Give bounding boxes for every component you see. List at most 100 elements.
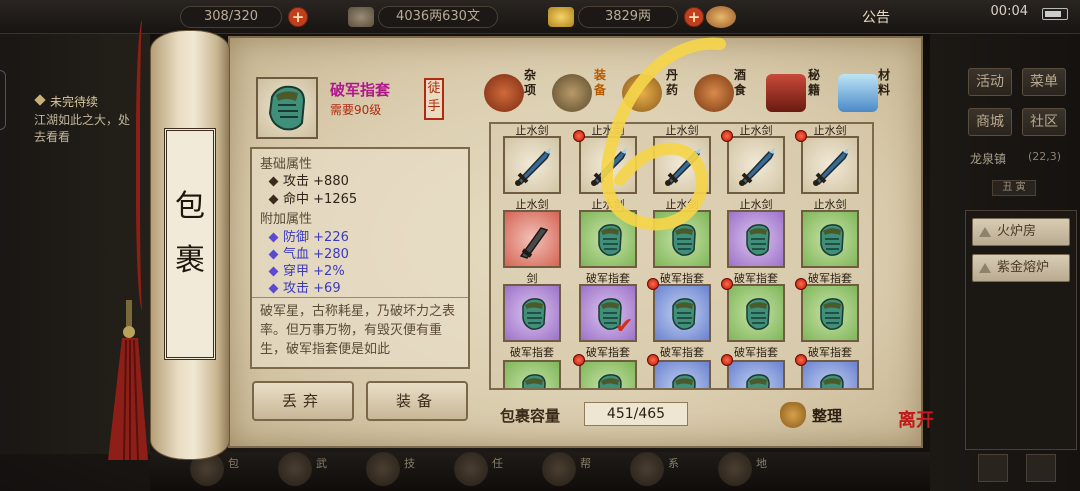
- inventory-slot[interactable]: [653, 360, 711, 388]
- bottom-nav-icon[interactable]: [366, 452, 400, 486]
- inventory-slot[interactable]: [801, 284, 859, 342]
- gift-icon[interactable]: [706, 6, 736, 28]
- inventory-slot[interactable]: [503, 136, 561, 194]
- bag-capacity-label: 包裹容量: [500, 407, 561, 425]
- bottom-nav-icon[interactable]: [278, 452, 312, 486]
- inventory-slot[interactable]: [653, 284, 711, 342]
- tab-equipment[interactable]: 装备: [552, 68, 614, 118]
- tab-misc[interactable]: 杂项: [484, 68, 544, 118]
- game-time: 丑 寅: [992, 180, 1036, 196]
- bottom-nav-label: 武: [316, 457, 327, 470]
- new-item-dot: [795, 130, 807, 142]
- inventory-slot[interactable]: [801, 136, 859, 194]
- gauntlet-icon: [522, 298, 546, 330]
- inventory-slot[interactable]: [503, 284, 561, 342]
- inventory-slot[interactable]: [579, 360, 637, 388]
- gauntlet-icon: [746, 298, 770, 330]
- add-capacity-button[interactable]: +: [288, 7, 308, 27]
- crystal-icon: [838, 74, 878, 112]
- bottom-nav-label: 包: [228, 457, 239, 470]
- money-bag-icon: [780, 402, 806, 428]
- bottom-nav-icon[interactable]: [630, 452, 664, 486]
- golden-furnace-button[interactable]: 紫金熔炉: [972, 254, 1070, 282]
- inventory-slot[interactable]: [727, 210, 785, 268]
- gauntlet-icon: [672, 374, 696, 388]
- inventory-slot[interactable]: [579, 210, 637, 268]
- tab-food[interactable]: 酒食: [694, 68, 756, 118]
- sword-icon: [665, 148, 701, 186]
- inventory-grid: 止水剑 止水剑 止水剑 止水剑 止水剑 止水剑 止水剑 止水剑 止水剑 止水剑剑破军指套 破军指套破…: [489, 122, 874, 390]
- new-item-dot: [721, 130, 733, 142]
- inventory-slot[interactable]: [727, 284, 785, 342]
- tab-materials[interactable]: 材料: [838, 68, 898, 118]
- discard-button[interactable]: 丢弃: [252, 381, 354, 421]
- quest-description: 江湖如此之大，处去看看: [34, 113, 131, 144]
- base-stat-row: 命中 +1265: [268, 188, 358, 207]
- equip-button[interactable]: 装备: [366, 381, 468, 421]
- stat-bullet-icon: [268, 194, 279, 205]
- stat-label: 命中: [283, 192, 310, 207]
- gauntlet-icon: [598, 224, 622, 256]
- bottom-nav-label: 技: [404, 457, 415, 470]
- inventory-slot[interactable]: [727, 136, 785, 194]
- bottom-nav-label: 地: [756, 457, 767, 470]
- leave-button[interactable]: 离开: [898, 412, 934, 452]
- gauntlet-icon: [820, 298, 844, 330]
- inventory-slot[interactable]: [653, 136, 711, 194]
- bottom-nav-icon[interactable]: [542, 452, 576, 486]
- item-level-requirement: 需要90级: [330, 103, 382, 117]
- arrow-up-icon: [979, 227, 991, 237]
- tab-label: 丹药: [666, 68, 679, 97]
- inventory-slot[interactable]: [579, 136, 637, 194]
- bottom-nav-label: 系: [668, 457, 679, 470]
- bottom-nav-icon[interactable]: [454, 452, 488, 486]
- clock: 00:04: [990, 4, 1028, 19]
- inventory-slot[interactable]: [801, 210, 859, 268]
- item-description: 破军星，古称耗星，乃破坏力之表率。但万事万物，有毁灭便有重生，破军指套便是如此: [260, 304, 456, 357]
- tab-label: 装备: [594, 68, 607, 97]
- bag-capacity-counter: 308/320: [180, 6, 282, 28]
- sort-button[interactable]: 整理: [778, 400, 858, 430]
- shop-button[interactable]: 商城: [968, 108, 1012, 136]
- tassel-icon: [108, 300, 148, 460]
- inventory-slot[interactable]: [503, 210, 561, 268]
- left-panel-toggle[interactable]: [0, 70, 6, 130]
- tab-manuals[interactable]: 秘籍: [766, 68, 828, 118]
- bottom-right-button[interactable]: [978, 454, 1008, 482]
- quest-title[interactable]: 未完待续: [50, 93, 98, 110]
- equipped-check-icon: ✔: [615, 314, 634, 339]
- gauntlet-icon: [746, 374, 770, 388]
- inventory-slot[interactable]: [727, 360, 785, 388]
- new-item-dot: [795, 354, 807, 366]
- community-button[interactable]: 社区: [1022, 108, 1066, 136]
- gauntlet-icon: [522, 374, 546, 388]
- gauntlet-icon: [268, 85, 306, 131]
- new-item-dot: [647, 354, 659, 366]
- stat-label: 攻击: [283, 174, 310, 189]
- furnace-room-button[interactable]: 火炉房: [972, 218, 1070, 246]
- bottom-right-button[interactable]: [1026, 454, 1056, 482]
- gourd-icon: [622, 74, 662, 112]
- new-item-dot: [721, 278, 733, 290]
- gauntlet-icon: [746, 224, 770, 256]
- menu-button[interactable]: 菜单: [1022, 68, 1066, 96]
- item-weapon-type-stamp: 徒手: [424, 78, 444, 120]
- bottom-nav-label: 帮: [580, 457, 591, 470]
- new-item-dot: [573, 354, 585, 366]
- item-name: 破军指套: [330, 81, 391, 99]
- stat-bullet-icon: [268, 249, 279, 260]
- bottom-nav-icon[interactable]: [718, 452, 752, 486]
- scroll-title: 包裹: [175, 189, 205, 278]
- stat-value: +1265: [313, 192, 358, 207]
- activity-button[interactable]: 活动: [968, 68, 1012, 96]
- inventory-slot[interactable]: [653, 210, 711, 268]
- tab-pills[interactable]: 丹药: [622, 68, 684, 118]
- sword-icon: [519, 227, 549, 259]
- tab-label: 酒食: [734, 68, 747, 97]
- furnace-room-label: 火炉房: [997, 224, 1037, 239]
- add-silver-button[interactable]: +: [684, 7, 704, 27]
- inventory-slot[interactable]: [503, 360, 561, 388]
- base-stat-row: 攻击 +880: [268, 170, 349, 189]
- inventory-slot[interactable]: [801, 360, 859, 388]
- notice-button[interactable]: 公告: [862, 7, 890, 27]
